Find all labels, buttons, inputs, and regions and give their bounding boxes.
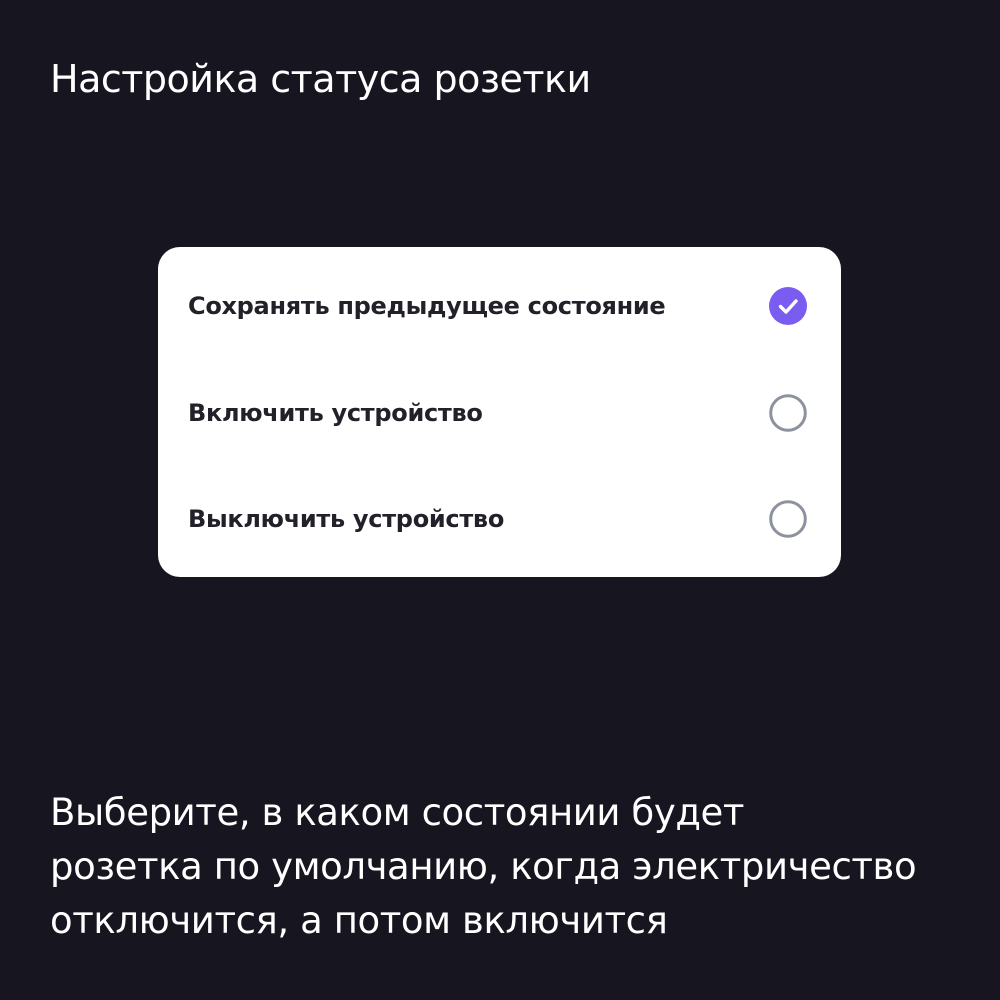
page-title: Настройка статуса розетки bbox=[50, 57, 591, 101]
option-keep-previous-state[interactable]: Сохранять предыдущее состояние bbox=[158, 276, 841, 336]
description-text: Выберите, в каком состоянии будет розетк… bbox=[50, 786, 970, 948]
description-line: отключится, а потом включится bbox=[50, 899, 668, 942]
option-label: Включить устройство bbox=[188, 399, 483, 427]
option-label: Сохранять предыдущее состояние bbox=[188, 292, 666, 320]
option-turn-off-device[interactable]: Выключить устройство bbox=[158, 489, 841, 549]
description-line: Выберите, в каком состоянии будет bbox=[50, 791, 745, 834]
option-turn-on-device[interactable]: Включить устройство bbox=[158, 383, 841, 443]
radio-empty-icon[interactable] bbox=[769, 394, 807, 432]
options-card: Сохранять предыдущее состояние Включить … bbox=[158, 247, 841, 577]
description-line: розетка по умолчанию, когда электричеств… bbox=[50, 845, 917, 888]
radio-empty-icon[interactable] bbox=[769, 500, 807, 538]
check-circle-icon[interactable] bbox=[769, 287, 807, 325]
option-label: Выключить устройство bbox=[188, 505, 505, 533]
